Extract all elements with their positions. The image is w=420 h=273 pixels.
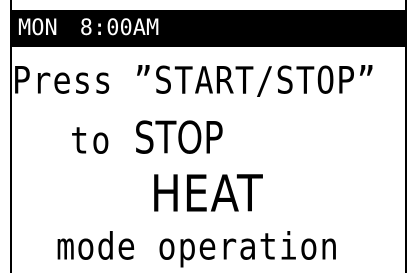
instruction-line-2: to STOP — [70, 112, 420, 164]
day-of-week: MON — [18, 16, 58, 41]
instruction-to: to — [70, 117, 113, 163]
instruction-line-1: Press ”START/STOP” — [12, 58, 377, 103]
clock-time: 8:00AM — [79, 16, 160, 41]
status-bar: MON 8:00AM — [10, 10, 407, 47]
mode-name: HEAT — [150, 164, 264, 224]
instruction-line-4: mode operation — [56, 224, 340, 269]
instruction-stop: STOP — [133, 112, 224, 164]
thermostat-display: MON 8:00AM Press ”START/STOP” to STOP HEA… — [0, 0, 420, 273]
